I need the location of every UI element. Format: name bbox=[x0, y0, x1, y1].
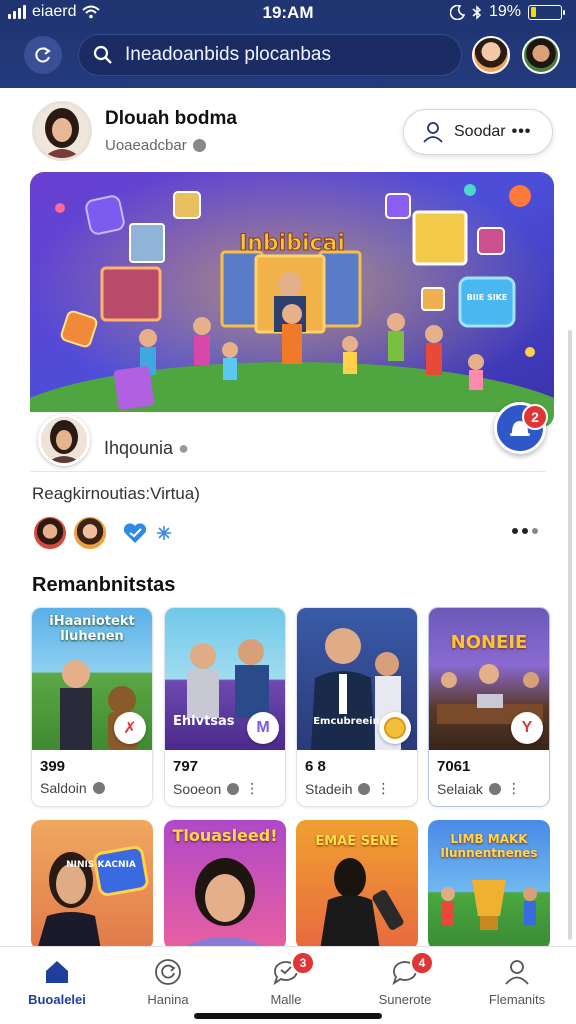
card-count: 399 bbox=[40, 758, 66, 775]
card-thumb-title: iHaaniotekt lluhenen bbox=[49, 614, 135, 644]
content-card[interactable]: LIMB MAKK Ilunnentnenes bbox=[428, 820, 550, 950]
follow-button-label: Soodar bbox=[454, 123, 506, 140]
content-card[interactable]: NINIS KACNIA bbox=[31, 820, 153, 950]
globe-icon bbox=[358, 782, 371, 795]
profile-icon bbox=[505, 960, 529, 985]
card-meta: Selaiak ⋮ bbox=[437, 780, 521, 797]
content-card[interactable]: Emcubreeinrals 6 8 Stadeih ⋮ bbox=[296, 607, 418, 807]
globe-icon bbox=[488, 782, 501, 795]
follow-button[interactable]: Soodar ••• bbox=[403, 109, 553, 155]
card-count: 6 8 bbox=[305, 758, 326, 775]
globe-icon bbox=[192, 139, 206, 152]
nav-profile[interactable]: Flemanits bbox=[467, 957, 567, 1007]
card-count: 797 bbox=[173, 758, 199, 775]
home-indicator[interactable] bbox=[194, 1013, 382, 1019]
nav-chat[interactable]: 3 Malle bbox=[236, 951, 336, 1007]
nav-home[interactable]: Buoalelei bbox=[7, 957, 107, 1007]
card-count: 7061 bbox=[437, 758, 471, 775]
globe-icon bbox=[92, 782, 105, 794]
battery-icon bbox=[528, 4, 565, 20]
profile-avatar[interactable] bbox=[32, 101, 92, 161]
notification-badge: 2 bbox=[522, 404, 548, 430]
user-icon bbox=[423, 122, 443, 143]
nav-messages[interactable]: 4 Sunerote bbox=[355, 951, 455, 1007]
avatar[interactable] bbox=[522, 36, 560, 74]
hero-title: Inbibicai bbox=[239, 231, 345, 256]
search-input[interactable]: Ineadoanbids plocanbas bbox=[125, 44, 331, 66]
avatar[interactable] bbox=[72, 515, 108, 551]
nav-profile-label: Flemanits bbox=[488, 992, 546, 1007]
creator-name: Ihqounia bbox=[104, 438, 174, 458]
content-card[interactable]: Tlouasleed! bbox=[164, 820, 286, 950]
content-card[interactable]: NONEIE Y 7061 Selaiak ⋮ bbox=[428, 607, 550, 807]
card-author: Stadeih bbox=[305, 780, 353, 797]
sparkle-icon[interactable] bbox=[156, 525, 172, 541]
battery-percent: 19% bbox=[488, 3, 521, 20]
nav-explore-label: Hanina bbox=[147, 992, 189, 1007]
more-options-icon[interactable] bbox=[512, 528, 538, 534]
more-icon[interactable]: ••• bbox=[512, 123, 532, 141]
card-thumb-title: NONEIE bbox=[450, 632, 528, 653]
post-caption: Reagkirnoutias:Virtua) bbox=[32, 484, 200, 503]
avatar[interactable] bbox=[32, 515, 68, 551]
globe-icon bbox=[227, 782, 240, 795]
top-app-bar: eiaerd 19:AM 19% Ineadoanbids plocanbas bbox=[0, 0, 576, 88]
refresh-icon bbox=[35, 47, 51, 63]
reaction-row[interactable] bbox=[32, 515, 172, 551]
creator-name-row: Ihqounia ● bbox=[104, 438, 189, 458]
messenger-icon[interactable]: M bbox=[247, 712, 279, 744]
bluetooth-icon bbox=[472, 4, 482, 20]
hero-sign-text: BIIE SIKE bbox=[467, 293, 508, 302]
heart-icon[interactable] bbox=[122, 521, 148, 545]
scrollbar[interactable] bbox=[568, 330, 572, 940]
content-card[interactable]: EMAE SENE bbox=[296, 820, 418, 950]
refresh-icon bbox=[155, 959, 181, 985]
card-meta: Sooeon ⋮ bbox=[173, 780, 260, 797]
content-card[interactable]: iHaaniotekt lluhenen ✗ 399 Saldoin bbox=[31, 607, 153, 807]
card-thumb-title: EMAE SENE bbox=[315, 834, 399, 849]
nav-home-label: Buoalelei bbox=[28, 992, 86, 1007]
content-card[interactable]: Ehlvtsas M 797 Sooeon ⋮ bbox=[164, 607, 286, 807]
card-author: Sooeon bbox=[173, 780, 222, 797]
status-bar: eiaerd 19:AM 19% bbox=[0, 0, 576, 26]
section-title: Remanbnitstas bbox=[32, 574, 176, 596]
profile-subtitle: Uoaeadcbar bbox=[105, 137, 187, 154]
moon-icon bbox=[449, 4, 465, 20]
heart-broken-icon[interactable]: ✗ bbox=[114, 712, 146, 744]
card-author: Saldoin bbox=[40, 780, 87, 796]
search-icon bbox=[93, 45, 112, 64]
card-meta: Stadeih ⋮ bbox=[305, 780, 391, 797]
home-icon bbox=[46, 961, 68, 983]
card-thumb-title: NINIS KACNIA bbox=[66, 860, 136, 870]
nav-messages-label: Sunerote bbox=[378, 992, 432, 1007]
creator-avatar[interactable] bbox=[38, 414, 90, 466]
search-bar[interactable]: Ineadoanbids plocanbas bbox=[78, 34, 462, 76]
card-thumb-title: LIMB MAKK Ilunnentnenes bbox=[440, 832, 538, 860]
menu-button[interactable] bbox=[24, 36, 62, 74]
profile-subtitle-row: Uoaeadcbar bbox=[105, 137, 206, 154]
coin-icon[interactable] bbox=[379, 712, 411, 744]
messages-badge: 4 bbox=[410, 951, 434, 975]
chat-badge: 3 bbox=[291, 951, 315, 975]
nav-explore[interactable]: Hanina bbox=[118, 957, 218, 1007]
card-thumb-title: Tlouasleed! bbox=[172, 826, 278, 845]
card-meta: Saldoin bbox=[40, 780, 105, 796]
profile-name: Dlouah bodma bbox=[105, 108, 237, 129]
check-icon[interactable]: Y bbox=[511, 712, 543, 744]
card-author: Selaiak bbox=[437, 780, 483, 797]
avatar[interactable] bbox=[472, 36, 510, 74]
hero-image[interactable]: BIIE SIKE Inbibicai bbox=[30, 172, 554, 428]
nav-chat-label: Malle bbox=[270, 992, 302, 1007]
